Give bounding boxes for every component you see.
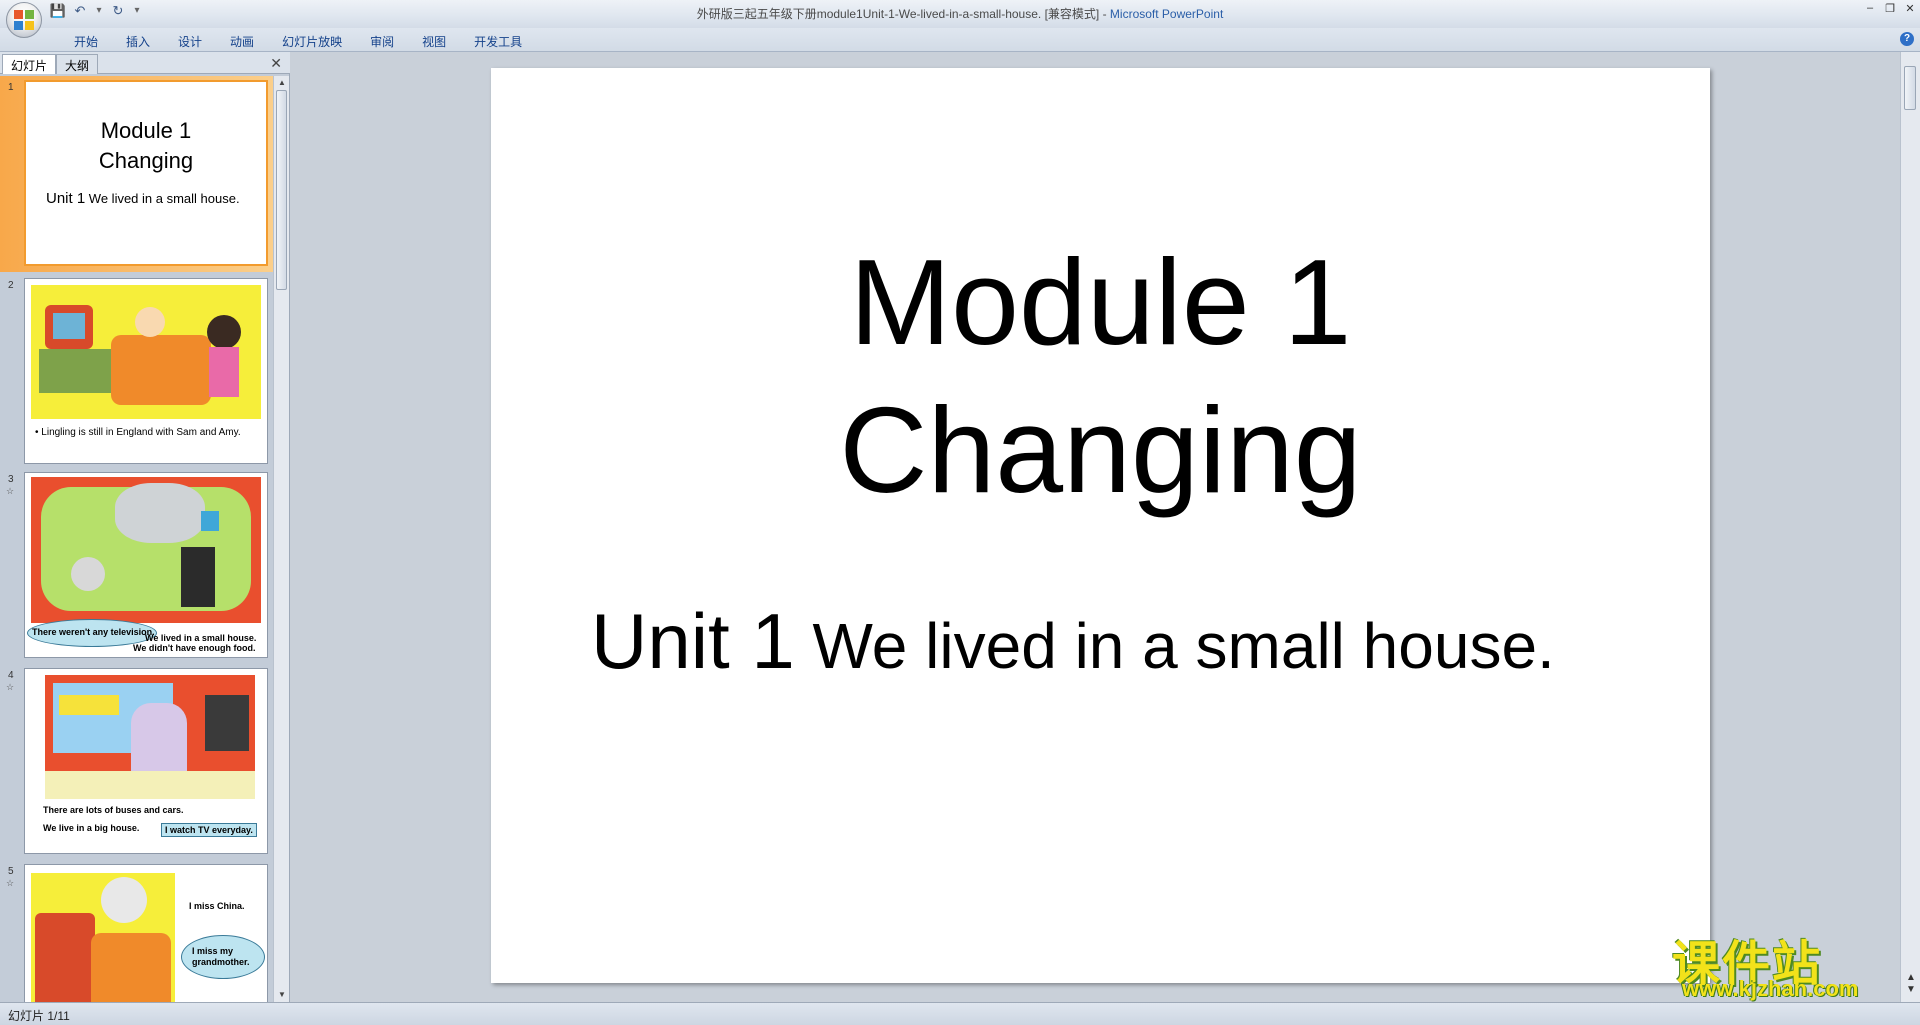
cartoon-image [31, 477, 261, 623]
thumbnail-number: 4 [8, 670, 14, 681]
watermark-logo: 课件站 www.kjzhan.com [1668, 924, 1900, 1004]
tab-design[interactable]: 设计 [164, 31, 216, 52]
thumbnail-number: 5 [8, 866, 14, 877]
thumbnail-list: 1 Module 1 Changing Unit 1 We lived in a… [0, 76, 274, 1002]
help-icon[interactable]: ? [1900, 32, 1914, 46]
thumbnail-row-1[interactable]: 1 Module 1 Changing Unit 1 We lived in a… [0, 76, 274, 272]
app-name: Microsoft PowerPoint [1109, 7, 1224, 21]
slides-panel: 幻灯片 大纲 ✕ 1 Module 1 Changing Unit 1 We l… [0, 52, 290, 1002]
thumbnail-caption: I miss my grandmother. [181, 935, 265, 979]
thumbnail-number: 3 [8, 474, 14, 485]
window-title: 外研版三起五年级下册module1Unit-1-We-lived-in-a-sm… [0, 5, 1920, 22]
thumbnail-caption: We lived in a small house. [145, 633, 257, 643]
panel-tabs: 幻灯片 大纲 ✕ [0, 52, 290, 74]
thumbnail-row-3[interactable]: 3 ☆ There weren't any television. We liv… [0, 468, 274, 664]
thumbnail-slide-5[interactable]: I miss China. I miss my grandmother. [24, 864, 268, 1002]
tab-view[interactable]: 视图 [408, 31, 460, 52]
scrollbar-thumb[interactable] [276, 90, 287, 290]
cartoon-image [45, 675, 255, 799]
close-panel-icon[interactable]: ✕ [270, 55, 282, 72]
thumbnail-row-5[interactable]: 5 ☆ I miss China. I miss my grandmother. [0, 860, 274, 1002]
close-icon[interactable]: ✕ [1904, 2, 1916, 15]
animation-star-icon: ☆ [6, 682, 15, 692]
scrollbar-thumb[interactable] [1904, 66, 1916, 110]
current-slide[interactable]: Module 1 Changing Unit 1 We lived in a s… [491, 68, 1710, 983]
thumbnail-number: 2 [8, 280, 14, 291]
tab-developer[interactable]: 开发工具 [460, 31, 536, 52]
thumbnail-sub-rest: We lived in a small house. [85, 191, 240, 206]
slide-sub-rest: We lived in a small house. [794, 610, 1555, 682]
thumbnail-title: Module 1 Changing [26, 116, 266, 176]
tab-review[interactable]: 审阅 [356, 31, 408, 52]
tab-slideshow[interactable]: 幻灯片放映 [268, 31, 356, 52]
thumbnail-title-line1: Module 1 [100, 118, 192, 143]
status-bar: 幻灯片 1/11 [0, 1002, 1920, 1025]
restore-icon[interactable]: ❐ [1884, 2, 1896, 15]
tab-outline[interactable]: 大纲 [56, 54, 99, 74]
slide-title-line1: Module 1 [849, 234, 1352, 370]
scroll-down-icon[interactable]: ▼ [274, 988, 290, 1002]
thumbnail-caption: We didn't have enough food. [133, 643, 256, 653]
thumbnail-caption: • Lingling is still in England with Sam … [35, 427, 241, 438]
slide-counter: 幻灯片 1/11 [8, 1009, 70, 1023]
document-name: 外研版三起五年级下册module1Unit-1-We-lived-in-a-sm… [696, 7, 1110, 21]
thumbnail-subtitle: Unit 1 We lived in a small house. [46, 190, 240, 207]
thumbnail-sub-unit: Unit 1 [46, 190, 86, 207]
window-controls: – ❐ ✕ [1864, 2, 1916, 15]
slide-subtitle[interactable]: Unit 1 We lived in a small house. [591, 596, 1555, 687]
editor-scrollbar[interactable]: ▲ ▼ [1900, 52, 1920, 1002]
thumbnail-number: 1 [8, 82, 14, 93]
thumbnail-row-2[interactable]: 2 • Lingling is still in England with Sa… [0, 272, 274, 468]
thumbnail-slide-2[interactable]: • Lingling is still in England with Sam … [24, 278, 268, 464]
scroll-up-icon[interactable]: ▲ [274, 76, 290, 90]
ribbon-tab-bar: 开始 插入 设计 动画 幻灯片放映 审阅 视图 开发工具 ? [0, 28, 1920, 52]
tab-animations[interactable]: 动画 [216, 31, 268, 52]
thumbnail-title-line2: Changing [98, 148, 194, 173]
slide-title[interactable]: Module 1 Changing [491, 228, 1710, 524]
thumbnail-scrollbar[interactable]: ▲ ▼ [273, 76, 289, 1002]
tab-home[interactable]: 开始 [60, 31, 112, 52]
thumbnail-slide-4[interactable]: There are lots of buses and cars. We liv… [24, 668, 268, 854]
thumbnail-caption: We live in a big house. [43, 823, 140, 833]
watermark-url: www.kjzhan.com [1682, 976, 1859, 1001]
office-logo-icon [14, 10, 34, 30]
thumbnail-caption: I watch TV everyday. [161, 823, 257, 837]
tab-slides[interactable]: 幻灯片 [2, 54, 57, 74]
cartoon-image [31, 285, 261, 419]
thumbnail-caption: There are lots of buses and cars. [43, 805, 184, 815]
minimize-icon[interactable]: – [1864, 2, 1876, 15]
slide-nav-icons[interactable]: ▲ ▼ [1903, 972, 1919, 996]
slide-title-line2: Changing [839, 382, 1362, 518]
tab-insert[interactable]: 插入 [112, 31, 164, 52]
title-bar: 💾 ↶ ▾ ↻ ▾ 外研版三起五年级下册module1Unit-1-We-liv… [0, 0, 1920, 28]
slide-sub-unit: Unit 1 [591, 597, 795, 685]
thumbnail-slide-1[interactable]: Module 1 Changing Unit 1 We lived in a s… [24, 80, 268, 266]
thumbnail-row-4[interactable]: 4 ☆ There are lots of buses and cars. We… [0, 664, 274, 860]
animation-star-icon: ☆ [6, 486, 15, 496]
office-button[interactable] [6, 2, 42, 38]
animation-star-icon: ☆ [6, 878, 15, 888]
cartoon-image [31, 873, 175, 1002]
slide-editor: Module 1 Changing Unit 1 We lived in a s… [291, 52, 1898, 1002]
thumbnail-slide-3[interactable]: There weren't any television. We lived i… [24, 472, 268, 658]
thumbnail-caption: I miss China. [189, 901, 245, 911]
